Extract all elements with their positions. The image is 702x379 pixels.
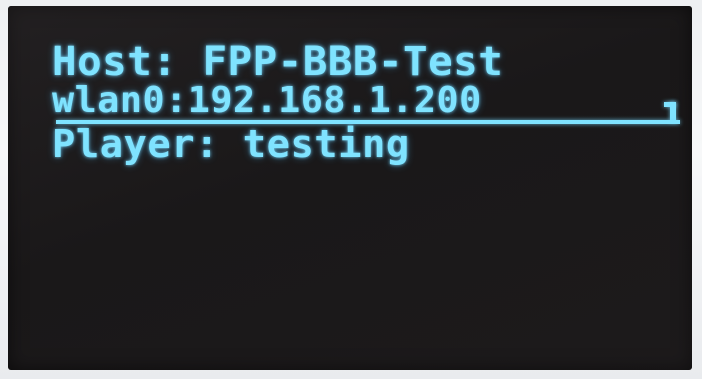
signal-indicator-bar: [670, 102, 676, 122]
display-content: Host: FPP-BBB-Test wlan0:192.168.1.200 P…: [52, 36, 692, 186]
host-line: Host: FPP-BBB-Test: [52, 39, 504, 85]
device-bezel: Host: FPP-BBB-Test wlan0:192.168.1.200 P…: [0, 0, 702, 379]
network-line: wlan0:192.168.1.200: [52, 80, 482, 121]
player-status-line: Player: testing: [52, 122, 410, 166]
oled-display: Host: FPP-BBB-Test wlan0:192.168.1.200 P…: [8, 6, 692, 370]
